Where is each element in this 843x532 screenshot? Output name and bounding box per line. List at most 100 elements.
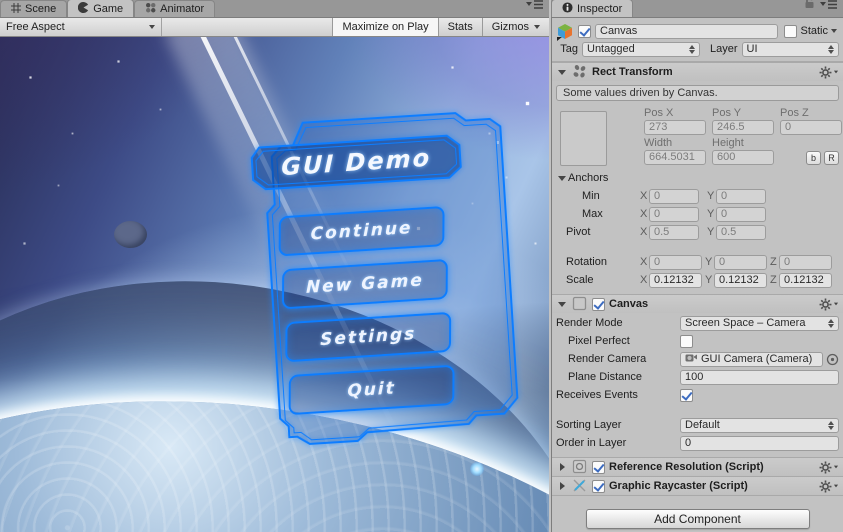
tab-inspector[interactable]: Inspector	[551, 0, 634, 17]
gameobject-cube-icon[interactable]	[556, 23, 572, 41]
scale-y-field[interactable]: 0.12132	[714, 272, 767, 288]
foldout-expanded-icon[interactable]	[556, 301, 568, 307]
render-camera-object-field[interactable]: GUI Camera (Camera)	[680, 351, 823, 367]
gear-icon[interactable]	[819, 298, 839, 311]
rotation-row: Rotation X 0 Y 0 Z 0	[556, 254, 839, 270]
max-y-field[interactable]: 0	[716, 206, 766, 222]
rect-transform-title: Rect Transform	[592, 66, 673, 78]
receives-events-label: Receives Events	[556, 389, 638, 401]
stats-button[interactable]: Stats	[437, 18, 482, 36]
width-label: Width	[644, 136, 673, 149]
pos-z-label: Pos Z	[780, 106, 809, 119]
sorting-layer-row: Sorting Layer Default	[556, 417, 839, 433]
render-mode-dropdown[interactable]: Screen Space – Camera	[680, 315, 839, 331]
scale-row: Scale X 0.12132 Y 0.12132 Z 0.12132	[556, 272, 839, 288]
tag-value: Untagged	[587, 42, 635, 55]
starfield	[0, 37, 1, 38]
sorting-layer-value: Default	[685, 418, 720, 431]
tab-animator-label: Animator	[160, 3, 205, 15]
canvas-component-header[interactable]: Canvas	[552, 294, 843, 313]
pivot-y-field[interactable]: 0.5	[716, 224, 766, 240]
scale-z-field[interactable]: 0.12132	[779, 272, 832, 288]
reference-resolution-enabled-checkbox[interactable]	[592, 460, 605, 474]
rotation-z-field[interactable]: 0	[779, 254, 832, 270]
tab-game[interactable]: Game	[67, 0, 135, 17]
pixel-perfect-row: Pixel Perfect	[556, 333, 839, 349]
rotation-x-field[interactable]: 0	[649, 254, 702, 270]
graphic-raycaster-icon	[572, 478, 588, 494]
reference-resolution-header[interactable]: Reference Resolution (Script)	[552, 457, 843, 476]
receives-events-checkbox[interactable]	[680, 388, 693, 402]
plane-distance-field[interactable]: 100	[680, 369, 839, 385]
height-label: Height	[712, 136, 744, 149]
height-field[interactable]: 600	[712, 150, 774, 165]
receives-events-row: Receives Events	[556, 387, 839, 403]
tab-animator[interactable]: Animator	[134, 0, 216, 17]
gameobject-name-field[interactable]	[595, 23, 779, 39]
layer-label: Layer	[710, 43, 738, 55]
graphic-raycaster-enabled-checkbox[interactable]	[592, 479, 605, 493]
anchor-preview-box[interactable]	[560, 111, 607, 166]
scale-label: Scale	[566, 274, 594, 286]
render-camera-row: Render Camera GUI Camera (Camera)	[556, 351, 839, 367]
min-y-field[interactable]: 0	[716, 188, 766, 204]
graphic-raycaster-header[interactable]: Graphic Raycaster (Script)	[552, 476, 843, 495]
static-label: Static	[800, 25, 828, 37]
aspect-dropdown-label: Free Aspect	[6, 21, 65, 33]
foldout-collapsed-icon[interactable]	[556, 463, 568, 471]
pane-menu-icon[interactable]	[820, 0, 837, 14]
gizmos-dropdown[interactable]: Gizmos	[481, 18, 549, 36]
foldout-collapsed-icon[interactable]	[556, 482, 568, 490]
static-checkbox[interactable]	[784, 24, 798, 38]
sorting-layer-label: Sorting Layer	[556, 419, 622, 431]
rect-transform-header[interactable]: Rect Transform	[552, 62, 843, 81]
gear-icon[interactable]	[819, 461, 839, 474]
maximize-on-play-button[interactable]: Maximize on Play	[332, 18, 438, 36]
left-pane-tabbar: Scene Game Animator	[0, 0, 549, 18]
gear-icon[interactable]	[819, 480, 839, 493]
rotation-y-field[interactable]: 0	[714, 254, 767, 270]
chevron-down-icon	[149, 25, 155, 29]
max-x-field[interactable]: 0	[649, 206, 699, 222]
animator-dots-icon	[145, 2, 156, 16]
aspect-dropdown[interactable]: Free Aspect	[0, 18, 162, 36]
pivot-row: Pivot X 0.5 Y 0.5	[556, 224, 839, 240]
canvas-component-icon	[572, 296, 588, 312]
layer-dropdown[interactable]: UI	[741, 41, 839, 57]
order-in-layer-row: Order in Layer 0	[556, 435, 839, 451]
pos-x-field[interactable]: 273	[644, 120, 706, 135]
raw-edit-mode-button[interactable]: R	[824, 150, 839, 165]
graphic-raycaster-title: Graphic Raycaster (Script)	[609, 480, 748, 492]
active-checkbox[interactable]	[578, 24, 591, 38]
add-component-button[interactable]: Add Component	[585, 509, 810, 529]
scale-x-field[interactable]: 0.12132	[649, 272, 702, 288]
chevron-down-icon	[534, 25, 540, 29]
pixel-perfect-checkbox[interactable]	[680, 334, 693, 348]
blueprint-mode-button[interactable]: b	[806, 150, 821, 165]
tab-inspector-label: Inspector	[577, 2, 623, 15]
static-flags-dropdown-icon[interactable]	[831, 29, 837, 33]
pos-z-field[interactable]: 0	[780, 120, 842, 135]
tab-scene[interactable]: Scene	[0, 0, 68, 17]
gear-icon[interactable]	[819, 66, 839, 79]
inspector-panel: Static Tag Untagged Layer UI	[551, 18, 843, 532]
order-in-layer-field[interactable]: 0	[680, 435, 839, 451]
anchors-foldout[interactable]: Anchors	[556, 170, 839, 186]
min-x-field[interactable]: 0	[649, 188, 699, 204]
pivot-x-field[interactable]: 0.5	[649, 224, 699, 240]
gizmos-label: Gizmos	[491, 21, 529, 33]
pane-menu-icon[interactable]	[526, 0, 543, 14]
object-picker-icon[interactable]	[826, 353, 839, 366]
width-field[interactable]: 664.5031	[644, 150, 706, 165]
tag-dropdown[interactable]: Untagged	[582, 41, 700, 57]
anchors-max-row: Max X 0 Y 0	[556, 206, 839, 222]
render-mode-label: Render Mode	[556, 317, 623, 329]
inspector-tabbar: Inspector	[551, 0, 843, 18]
rect-position-grid: Pos X Pos Y Pos Z 273 246.5 0 Width Heig…	[552, 103, 843, 168]
canvas-enabled-checkbox[interactable]	[592, 297, 605, 311]
lock-icon[interactable]	[804, 0, 815, 14]
pos-y-field[interactable]: 246.5	[712, 120, 774, 135]
sorting-layer-dropdown[interactable]: Default	[680, 417, 839, 433]
foldout-expanded-icon[interactable]	[556, 69, 568, 75]
unity-editor-window: Scene Game Animator Free Aspect Maximize…	[0, 0, 843, 532]
